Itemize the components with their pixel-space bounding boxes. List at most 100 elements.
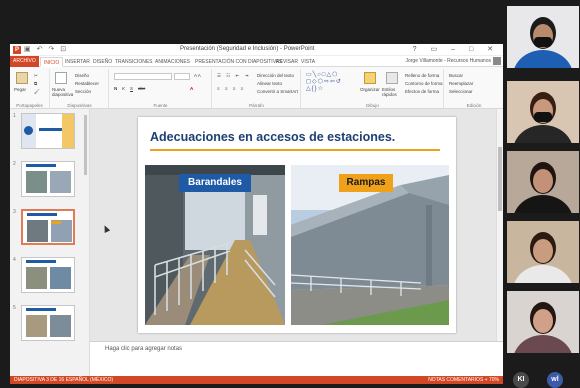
participant-shirt <box>514 265 572 283</box>
undo-icon[interactable]: ↶ <box>37 46 45 53</box>
slide-title[interactable]: Adecuaciones en accesos de estaciones. <box>150 130 395 144</box>
slide-thumbnail-1[interactable] <box>21 113 75 149</box>
tab-archivo[interactable]: ARCHIVO <box>10 56 39 67</box>
quick-styles-icon[interactable] <box>386 72 398 84</box>
smartart-button[interactable]: Convertir a SmartArt <box>257 89 298 94</box>
save-icon[interactable]: ▣ <box>24 46 33 53</box>
status-view-controls[interactable]: NOTAS COMENTARIOS + 70% <box>428 377 499 383</box>
tab-revisar[interactable]: REVISAR <box>273 57 301 67</box>
user-avatar[interactable] <box>493 57 501 65</box>
cut-icon[interactable]: ✂ <box>34 73 38 79</box>
group-label-slides: Diapositivas <box>67 103 92 108</box>
quick-styles-button[interactable]: Estilos rápidos <box>382 87 400 97</box>
group-drawing: ▭╲○□△⬠ ◻◇⬡⇨⇦↺ △{}☆ Organizar Estilos ráp… <box>302 69 444 109</box>
current-slide[interactable]: Adecuaciones en accesos de estaciones. B… <box>138 117 456 333</box>
align-text-button[interactable]: Alinear texto <box>257 81 282 86</box>
find-button[interactable]: Buscar <box>449 73 463 78</box>
tab-inicio[interactable]: INICIO <box>40 57 64 67</box>
italic-button[interactable]: K <box>122 86 125 91</box>
tab-presentacion[interactable]: PRESENTACIÓN CON DIAPOSITIVAS <box>192 57 285 67</box>
text-direction-button[interactable]: Dirección del texto <box>257 73 294 78</box>
ribbon: Pegar ✂ ⧉ 🖌 Portapapeles Nueva diapositi… <box>10 67 503 109</box>
tab-animaciones[interactable]: ANIMACIONES <box>152 57 193 67</box>
thumb-number: 5 <box>13 305 16 311</box>
font-size-combobox[interactable] <box>174 73 190 80</box>
slide-thumbnail-3[interactable] <box>21 209 75 245</box>
ribbon-tabs: ARCHIVO INICIO INSERTAR DISEÑO TRANSICIO… <box>10 56 503 67</box>
slide-thumbnail-2[interactable] <box>21 161 75 197</box>
layout-button[interactable]: Diseño <box>75 73 89 78</box>
close-button[interactable]: ✕ <box>487 46 499 53</box>
help-button[interactable]: ? <box>413 46 423 53</box>
group-label-drawing: Dibujo <box>366 103 379 108</box>
redo-icon[interactable]: ↷ <box>48 46 56 53</box>
participant-mask <box>534 112 552 122</box>
minimize-button[interactable]: – <box>451 46 461 53</box>
tab-vista[interactable]: VISTA <box>298 57 318 67</box>
railings-photo[interactable]: Barandales <box>145 165 285 325</box>
ribbon-display-button[interactable]: ▭ <box>431 46 444 53</box>
paste-icon[interactable] <box>16 72 28 84</box>
format-painter-icon[interactable]: 🖌 <box>34 89 40 95</box>
thumb-number: 2 <box>13 161 16 167</box>
participant-shirt <box>514 335 572 353</box>
shape-fill-button[interactable]: Relleno de forma <box>405 73 439 78</box>
notes-placeholder[interactable]: Haga clic para agregar notas <box>105 346 182 352</box>
meeting-control-button[interactable]: KI <box>513 372 529 388</box>
arrange-icon[interactable] <box>364 72 376 84</box>
powerpoint-window: P ▣ ↶ ↷ ⊡ Presentación (Seguridad e Incl… <box>10 44 503 384</box>
list-icons[interactable]: ☰ ☷ ⇤ ⇥ <box>217 73 250 79</box>
present-icon[interactable]: ⊡ <box>60 46 68 53</box>
window-controls[interactable]: ? ▭ – □ ✕ <box>413 45 499 53</box>
participant-tile-2[interactable] <box>507 81 579 143</box>
shapes-gallery[interactable]: ▭╲○□△⬠ ◻◇⬡⇨⇦↺ △{}☆ <box>306 72 342 93</box>
quick-access-toolbar[interactable]: ▣ ↶ ↷ ⊡ <box>24 45 68 53</box>
participant-tile-3[interactable] <box>507 151 579 213</box>
participant-video <box>514 17 572 68</box>
thumb-number: 4 <box>13 257 16 263</box>
participant-mask <box>534 37 552 47</box>
copy-icon[interactable]: ⧉ <box>34 81 37 86</box>
meeting-control-button[interactable]: wl <box>547 372 563 388</box>
tab-insertar[interactable]: INSERTAR <box>62 57 93 67</box>
participant-face <box>533 309 553 333</box>
notes-pane[interactable]: Haga clic para agregar notas <box>90 341 503 376</box>
thumbnail-scrollbar[interactable] <box>84 115 87 175</box>
participant-tile-4[interactable] <box>507 221 579 283</box>
slide-scrollbar-thumb[interactable] <box>498 147 502 211</box>
status-bar: DIAPOSITIVA 3 DE 16 ESPAÑOL (MÉXICO) NOT… <box>10 376 503 384</box>
maximize-button[interactable]: □ <box>469 46 479 53</box>
slide-scrollbar[interactable] <box>496 109 503 341</box>
meeting-controls: KI wl <box>509 368 579 388</box>
paste-button[interactable]: Pegar <box>14 87 26 92</box>
group-font: A A N K S abc A Fuente <box>110 69 212 109</box>
group-label-clipboard: Portapapeles <box>16 103 43 108</box>
arrange-button[interactable]: Organizar <box>360 87 380 92</box>
participant-face <box>533 169 553 193</box>
slide-thumbnail-5[interactable] <box>21 305 75 341</box>
group-editing: Buscar Reemplazar Seleccionar Edición <box>445 69 503 109</box>
underline-button[interactable]: S <box>130 86 133 91</box>
bold-button[interactable]: N <box>114 86 117 91</box>
participant-tile-1[interactable] <box>507 6 579 68</box>
tab-transiciones[interactable]: TRANSICIONES <box>112 57 156 67</box>
section-button[interactable]: Sección <box>75 89 91 94</box>
participant-tile-5[interactable] <box>507 291 579 353</box>
font-name-combobox[interactable] <box>114 73 172 80</box>
shape-outline-button[interactable]: Contorno de forma <box>405 81 443 86</box>
align-icons[interactable]: ≡ ≡ ≡ ≡ <box>217 86 245 91</box>
strikethrough-button[interactable]: abc <box>138 86 145 91</box>
reset-button[interactable]: Restablecer <box>75 81 99 86</box>
grow-font-icon[interactable]: A A <box>194 73 201 78</box>
new-slide-icon[interactable] <box>55 72 67 84</box>
font-color-button[interactable]: A <box>190 86 193 91</box>
signed-in-user[interactable]: Jorge Villamonte - Recursos Humanos <box>405 58 491 64</box>
group-label-font: Fuente <box>153 103 168 108</box>
slide-thumbnail-4[interactable] <box>21 257 75 293</box>
ramps-photo[interactable]: Rampas <box>291 165 449 325</box>
group-paragraph: ☰ ☷ ⇤ ⇥ ≡ ≡ ≡ ≡ Dirección del texto Alin… <box>213 69 301 109</box>
replace-button[interactable]: Reemplazar <box>449 81 473 86</box>
shape-effects-button[interactable]: Efectos de forma <box>405 89 439 94</box>
select-button[interactable]: Seleccionar <box>449 89 473 94</box>
new-slide-button[interactable]: Nueva diapositiva <box>52 87 73 97</box>
